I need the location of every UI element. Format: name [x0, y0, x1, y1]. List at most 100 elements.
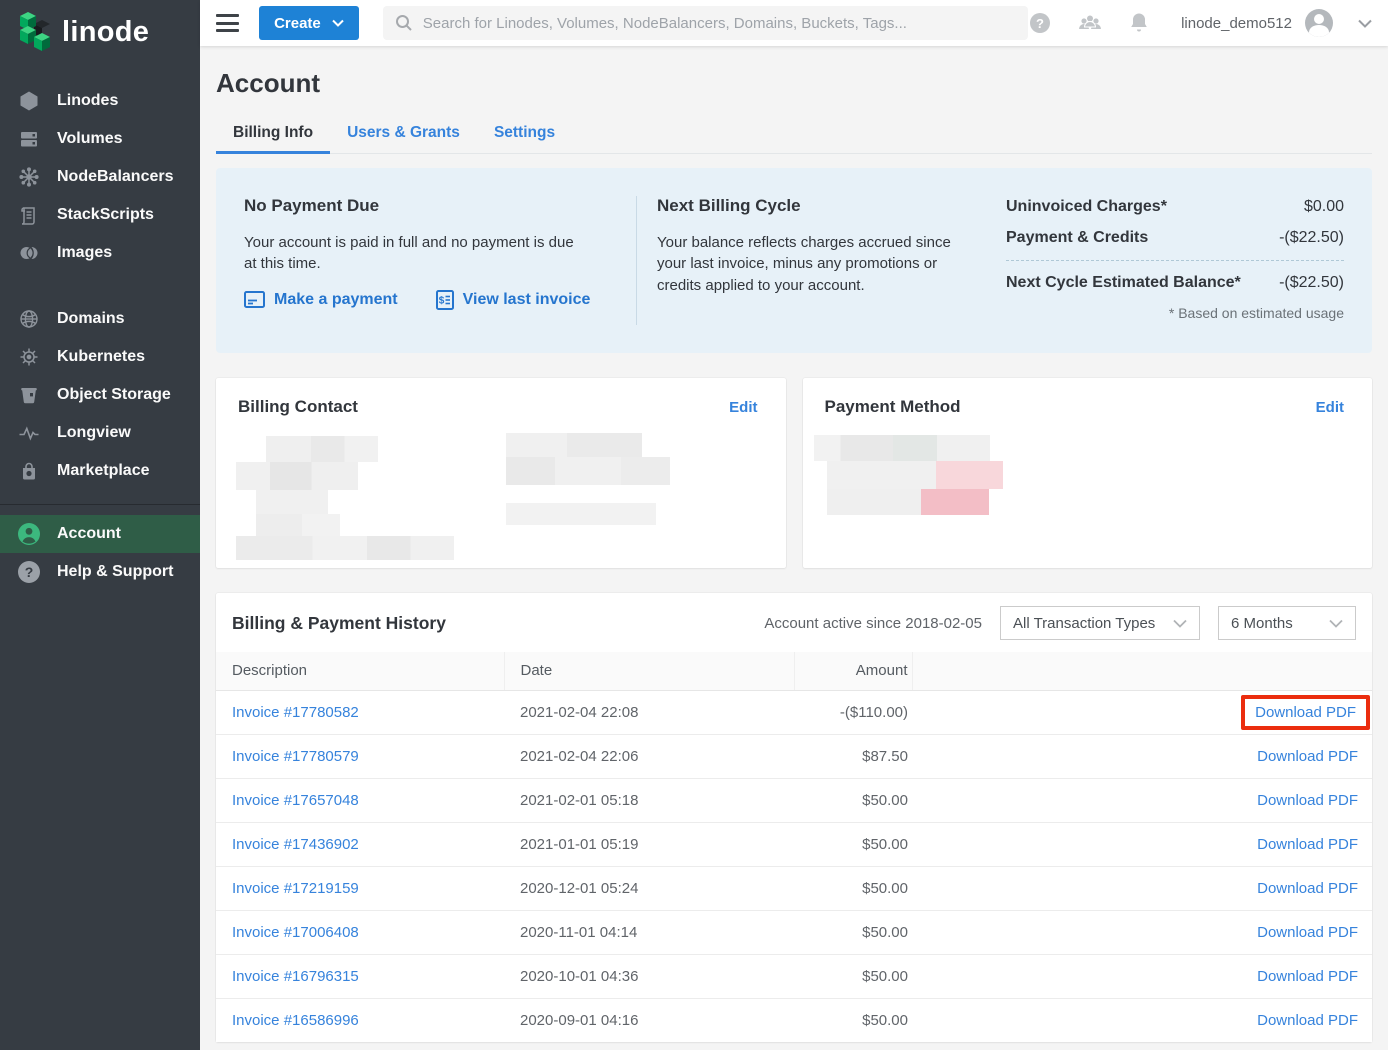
download-pdf-link[interactable]: Download PDF — [1257, 880, 1358, 897]
sidebar-item-volumes[interactable]: Volumes — [0, 120, 200, 158]
sidebar-item-marketplace[interactable]: Marketplace — [0, 452, 200, 490]
community-icon[interactable] — [1077, 12, 1103, 34]
download-pdf-link[interactable]: Download PDF — [1257, 792, 1358, 809]
main-area: Create ? linode_demo512 — [200, 0, 1388, 1050]
column-description[interactable]: Description — [216, 652, 504, 690]
billing-history-card: Billing & Payment History Account active… — [216, 593, 1372, 1042]
billing-history-table: Description Date Amount Invoice #1778058… — [216, 652, 1372, 1042]
uninvoiced-charges-value: $0.00 — [1304, 198, 1344, 216]
stackscripts-icon — [16, 204, 42, 226]
download-pdf-link[interactable]: Download PDF — [1257, 836, 1358, 853]
tab-settings[interactable]: Settings — [477, 115, 572, 153]
download-pdf-link[interactable]: Download PDF — [1255, 704, 1356, 721]
search-input[interactable] — [423, 15, 1016, 32]
linode-logo-text: linode — [62, 16, 149, 49]
no-payment-due-body: Your account is paid in full and no paym… — [244, 232, 589, 275]
billing-totals: Uninvoiced Charges* $0.00 Payment & Cred… — [1006, 194, 1344, 327]
nav-group-gap — [0, 272, 200, 300]
volumes-icon — [16, 128, 42, 150]
table-row: Invoice #16586996 2020-09-01 04:16 $50.0… — [216, 998, 1372, 1042]
sidebar-item-linodes[interactable]: Linodes — [0, 82, 200, 120]
chevron-down-icon — [332, 19, 344, 27]
invoice-icon: $ — [436, 290, 454, 310]
sidebar-item-object-storage[interactable]: Object Storage — [0, 376, 200, 414]
search-icon — [395, 14, 413, 32]
linode-logo[interactable]: linode — [0, 0, 200, 64]
no-payment-due-title: No Payment Due — [244, 196, 636, 216]
app: linode Linodes Volumes NodeBalancers — [0, 0, 1388, 1050]
topbar: Create ? linode_demo512 — [200, 0, 1388, 46]
table-row: Invoice #16796315 2020-10-01 04:36 $50.0… — [216, 954, 1372, 998]
table-row: Invoice #17780579 2021-02-04 22:06 $87.5… — [216, 734, 1372, 778]
sidebar-item-account[interactable]: Account — [0, 515, 200, 553]
table-row: Invoice #17219159 2020-12-01 05:24 $50.0… — [216, 866, 1372, 910]
username[interactable]: linode_demo512 — [1181, 15, 1292, 32]
column-date[interactable]: Date — [504, 652, 794, 690]
sidebar-item-stackscripts[interactable]: StackScripts — [0, 196, 200, 234]
linode-logo-icon — [14, 8, 52, 57]
help-icon[interactable]: ? — [1028, 11, 1052, 35]
pulse-icon — [16, 422, 42, 444]
svg-text:$: $ — [438, 295, 444, 306]
invoice-link[interactable]: Invoice #17219159 — [232, 880, 359, 897]
sidebar-item-longview[interactable]: Longview — [0, 414, 200, 452]
column-amount[interactable]: Amount — [794, 652, 912, 690]
helm-wheel-icon — [16, 346, 42, 368]
annotation-highlight-box: Download PDF — [1241, 695, 1370, 730]
no-payment-due-section: No Payment Due Your account is paid in f… — [244, 194, 636, 327]
create-button[interactable]: Create — [259, 6, 359, 40]
bucket-icon — [16, 384, 42, 406]
download-pdf-link[interactable]: Download PDF — [1257, 748, 1358, 765]
notifications-bell-icon[interactable] — [1128, 11, 1150, 35]
view-last-invoice-link[interactable]: $ View last invoice — [436, 290, 591, 310]
next-cycle-balance-value: -($22.50) — [1279, 274, 1344, 292]
payment-method-title: Payment Method — [825, 397, 961, 417]
payment-credits-row: Payment & Credits -($22.50) — [1006, 229, 1344, 247]
download-pdf-link[interactable]: Download PDF — [1257, 968, 1358, 985]
uninvoiced-charges-row: Uninvoiced Charges* $0.00 — [1006, 198, 1344, 216]
invoice-link[interactable]: Invoice #16586996 — [232, 1012, 359, 1029]
account-active-since: Account active since 2018-02-05 — [764, 615, 982, 632]
estimated-usage-footnote: * Based on estimated usage — [1006, 305, 1344, 321]
svg-text:?: ? — [1036, 16, 1044, 31]
sidebar-item-nodebalancers[interactable]: NodeBalancers — [0, 158, 200, 196]
sidebar-item-kubernetes[interactable]: Kubernetes — [0, 338, 200, 376]
tab-users-grants[interactable]: Users & Grants — [330, 115, 477, 153]
invoice-link[interactable]: Invoice #17657048 — [232, 792, 359, 809]
make-a-payment-link[interactable]: Make a payment — [244, 290, 398, 310]
payment-credits-value: -($22.50) — [1279, 229, 1344, 247]
globe-icon — [16, 308, 42, 330]
chevron-down-icon — [1173, 619, 1187, 628]
panel-divider — [636, 196, 637, 325]
payment-method-card: Payment Method Edit — [803, 378, 1373, 568]
table-row: Invoice #17436902 2021-01-01 05:19 $50.0… — [216, 822, 1372, 866]
sidebar-item-images[interactable]: Images — [0, 234, 200, 272]
column-actions — [912, 652, 1372, 690]
account-person-icon — [16, 522, 42, 546]
transaction-types-select[interactable]: All Transaction Types — [1000, 606, 1200, 640]
invoice-link[interactable]: Invoice #16796315 — [232, 968, 359, 985]
download-pdf-link[interactable]: Download PDF — [1257, 924, 1358, 941]
search-bar[interactable] — [383, 6, 1028, 40]
invoice-link[interactable]: Invoice #17436902 — [232, 836, 359, 853]
payment-method-edit-link[interactable]: Edit — [1316, 399, 1344, 416]
sidebar-item-domains[interactable]: Domains — [0, 300, 200, 338]
table-header-row: Description Date Amount — [216, 652, 1372, 690]
table-row: Invoice #17006408 2020-11-01 04:14 $50.0… — [216, 910, 1372, 954]
download-pdf-link[interactable]: Download PDF — [1257, 1012, 1358, 1029]
hamburger-menu-icon[interactable] — [216, 14, 239, 32]
avatar[interactable] — [1305, 9, 1333, 37]
period-select[interactable]: 6 Months — [1218, 606, 1356, 640]
nodebalancer-icon — [16, 166, 42, 188]
invoice-link[interactable]: Invoice #17780579 — [232, 748, 359, 765]
page-title: Account — [216, 68, 1372, 99]
billing-contact-edit-link[interactable]: Edit — [729, 399, 757, 416]
sidebar-item-help-support[interactable]: ? Help & Support — [0, 553, 200, 591]
next-billing-cycle-body: Your balance reflects charges accrued si… — [657, 232, 951, 296]
tab-billing-info[interactable]: Billing Info — [216, 115, 330, 153]
chevron-down-icon[interactable] — [1358, 19, 1372, 28]
invoice-link[interactable]: Invoice #17780582 — [232, 704, 359, 721]
invoice-link[interactable]: Invoice #17006408 — [232, 924, 359, 941]
tabs: Billing Info Users & Grants Settings — [216, 115, 1372, 154]
billing-contact-card: Billing Contact Edit — [216, 378, 786, 568]
